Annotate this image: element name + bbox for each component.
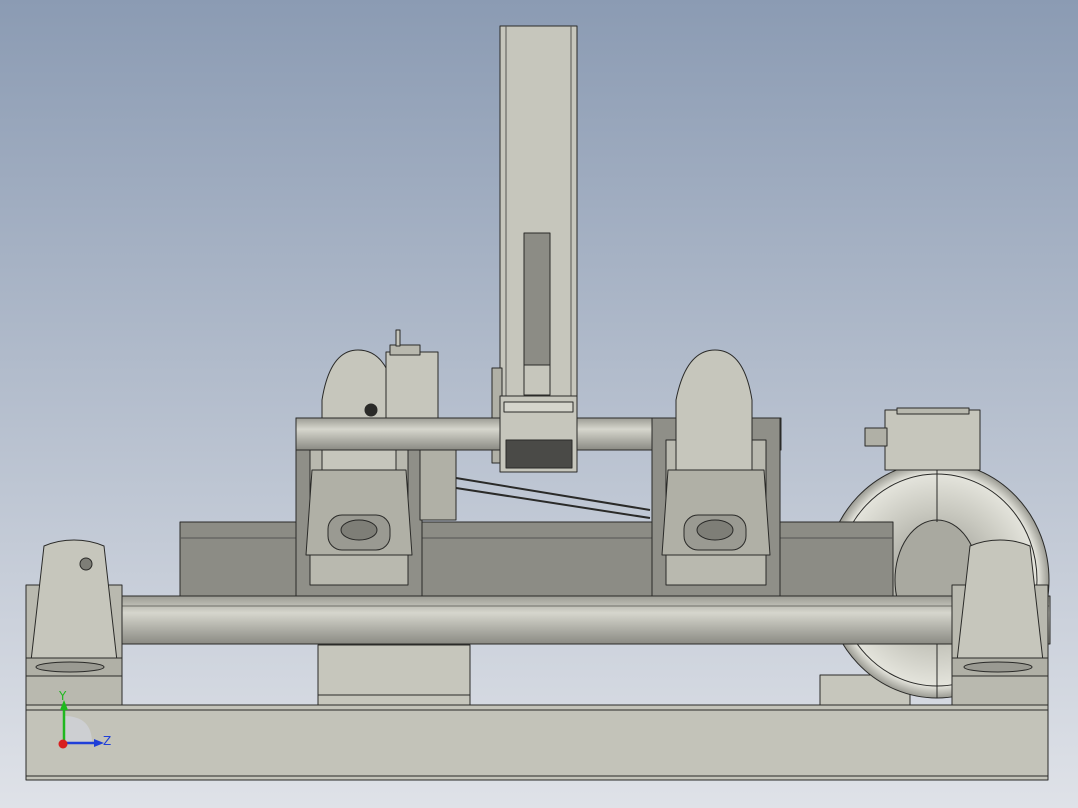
graphics-viewport[interactable]: Y Z <box>0 0 1078 808</box>
triad-z-label: Z <box>103 734 111 748</box>
triad-x-axis <box>58 739 68 749</box>
base-frame <box>25 704 1049 781</box>
support-block-left <box>317 644 471 706</box>
main-shaft <box>109 595 1051 645</box>
gearbox <box>385 351 439 423</box>
carriage-beam <box>179 521 894 608</box>
motor-housing <box>884 409 981 471</box>
cad-model-front-view[interactable]: Y Z <box>0 0 1078 808</box>
triad-y-label: Y <box>58 689 67 703</box>
